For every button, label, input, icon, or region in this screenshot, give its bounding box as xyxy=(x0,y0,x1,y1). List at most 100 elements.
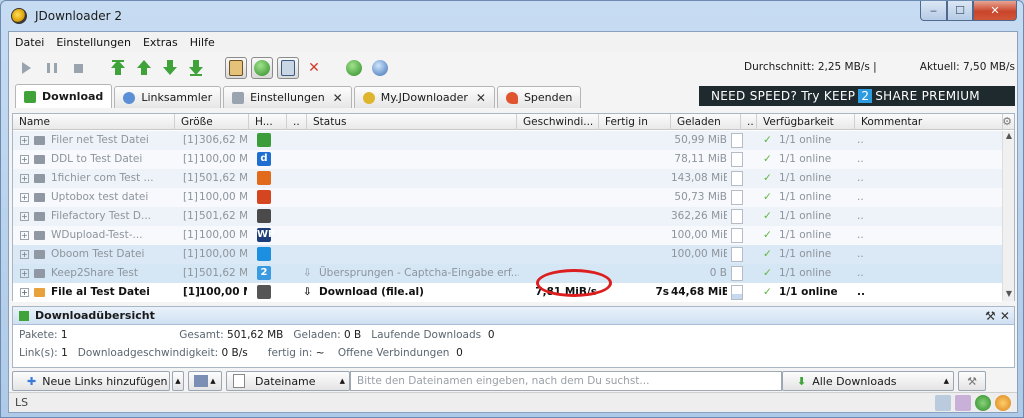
wrench-icon: ⚒ xyxy=(967,374,977,388)
expand-icon[interactable]: + xyxy=(20,193,29,202)
update-button[interactable] xyxy=(369,57,391,79)
add-links-button[interactable]: ✚ Neue Links hinzufügen xyxy=(12,371,170,391)
col-size[interactable]: Größe xyxy=(175,114,249,130)
globe-icon xyxy=(372,60,388,76)
keep2share-banner[interactable]: NEED SPEED? Try KEEP 2 SHARE PREMIUM xyxy=(699,86,1015,106)
expand-icon[interactable]: + xyxy=(20,136,29,145)
row-availability: 1/1 online xyxy=(779,210,832,222)
table-row[interactable]: +WDupload-Test-...[1]100,00 MiBWP100,00 … xyxy=(13,226,1003,245)
table-row[interactable]: +DDL to Test Datei[1]100,00 MiBd78,11 Mi… xyxy=(13,150,1003,169)
delete-menu-button[interactable]: ▲ xyxy=(188,371,222,391)
row-name: DDL to Test Datei xyxy=(51,153,143,165)
extension-icon[interactable] xyxy=(955,395,971,411)
table-row[interactable]: +Filefactory Test D...[1]501,62 MiB362,2… xyxy=(13,207,1003,226)
expand-icon[interactable]: + xyxy=(20,212,29,221)
row-availability: 1/1 online xyxy=(779,286,838,298)
check-icon: ✓ xyxy=(763,267,772,279)
clipboard-icon xyxy=(229,60,243,76)
expand-icon[interactable]: + xyxy=(20,288,29,297)
maximize-button[interactable]: ☐ xyxy=(947,1,973,21)
pause-downloads-button[interactable] xyxy=(41,57,63,79)
scroll-down-icon[interactable]: ▼ xyxy=(1003,289,1015,301)
vertical-scrollbar[interactable]: ▲ ▼ xyxy=(1002,131,1014,301)
col-speed[interactable]: Geschwindi... xyxy=(517,114,599,130)
expand-icon[interactable]: + xyxy=(20,155,29,164)
col-eta[interactable]: Fertig in xyxy=(599,114,671,130)
cleanup-button[interactable]: ✕ xyxy=(303,57,325,79)
host-icon xyxy=(257,133,271,147)
tab-download[interactable]: Download xyxy=(15,84,113,108)
row-loaded: 78,11 MiB xyxy=(674,153,727,165)
search-input[interactable]: Bitte den Dateinamen eingeben, nach dem … xyxy=(350,371,782,391)
clipboard-monitor-button[interactable] xyxy=(225,57,247,79)
tab-label: Spenden xyxy=(523,91,573,104)
table-row[interactable]: +File al Test Datei[1]100,00 MiB⇩Downloa… xyxy=(13,283,1003,302)
pause-icon xyxy=(47,63,57,73)
search-field-label: Dateiname xyxy=(255,374,316,388)
table-row[interactable]: +Filer net Test Datei[1]306,62 MiB50,99 … xyxy=(13,131,1003,150)
col-name[interactable]: Name xyxy=(13,114,175,130)
status-icon xyxy=(303,150,315,169)
row-size: 100,00 MiB xyxy=(199,191,247,203)
column-settings-icon[interactable]: ⚙ xyxy=(1002,115,1012,128)
col-status[interactable]: Status xyxy=(307,114,517,130)
host-icon: 2 xyxy=(257,266,271,280)
menu-extras[interactable]: Extras xyxy=(143,36,178,49)
reconnect-now-button[interactable] xyxy=(343,57,365,79)
table-row[interactable]: +Keep2Share Test[1]501,62 MiB2⇩Übersprun… xyxy=(13,264,1003,283)
menu-hilfe[interactable]: Hilfe xyxy=(190,36,215,49)
tray-icon[interactable] xyxy=(935,395,951,411)
row-eta xyxy=(601,207,669,226)
menu-einstellungen[interactable]: Einstellungen xyxy=(56,36,131,49)
auto-reconnect-button[interactable] xyxy=(251,57,273,79)
reconnect-icon xyxy=(254,60,270,76)
quick-settings-button[interactable]: ⚒ xyxy=(958,371,986,391)
col-comment[interactable]: Kommentar xyxy=(855,114,1003,130)
view-filter-dropdown[interactable]: ⬇ Alle Downloads ▲ xyxy=(782,371,954,391)
move-down-button[interactable] xyxy=(159,57,181,79)
forward-icon[interactable] xyxy=(975,395,991,411)
menu-bar: Datei Einstellungen Extras Hilfe xyxy=(9,32,1017,52)
move-up-button[interactable] xyxy=(133,57,155,79)
minimize-button[interactable]: ‒ xyxy=(920,1,947,21)
check-icon: ✓ xyxy=(763,248,772,260)
row-eta xyxy=(601,169,669,188)
host-icon: d xyxy=(257,152,271,166)
close-tab-icon[interactable]: ✕ xyxy=(333,91,343,105)
col-host[interactable]: H... xyxy=(249,114,287,130)
close-tab-icon[interactable]: ✕ xyxy=(476,91,486,105)
col-loaded[interactable]: Geladen xyxy=(671,114,741,130)
speed-limit-icon[interactable] xyxy=(995,395,1011,411)
row-size: 501,62 MiB xyxy=(199,210,247,222)
table-row[interactable]: +Oboom Test Datei[1]100,00 MiB100,00 MiB… xyxy=(13,245,1003,264)
tab-myjdownloader[interactable]: My.JDownloader ✕ xyxy=(353,86,495,108)
move-bottom-button[interactable] xyxy=(185,57,207,79)
move-top-button[interactable] xyxy=(107,57,129,79)
title-bar[interactable]: JDownloader 2 ‒ ☐ ✕ xyxy=(1,1,1023,31)
overview-header[interactable]: Downloadübersicht ⚒ ✕ xyxy=(13,307,1014,325)
premium-toggle-button[interactable] xyxy=(277,57,299,79)
add-links-dropdown[interactable]: ▲ xyxy=(172,371,184,391)
table-row[interactable]: +Uptobox test datei[1]100,00 MiB50,73 Mi… xyxy=(13,188,1003,207)
tab-einstellungen[interactable]: Einstellungen ✕ xyxy=(223,86,352,108)
tab-spenden[interactable]: Spenden xyxy=(496,86,582,108)
col-availability[interactable]: Verfügbarkeit xyxy=(757,114,855,130)
package-icon xyxy=(34,250,45,259)
stop-downloads-button[interactable] xyxy=(67,57,89,79)
expand-icon[interactable]: + xyxy=(20,231,29,240)
col-dots2[interactable]: .. xyxy=(741,114,757,130)
search-field-selector[interactable]: Dateiname ▲ xyxy=(226,371,350,391)
scroll-up-icon[interactable]: ▲ xyxy=(1003,131,1015,143)
start-downloads-button[interactable] xyxy=(15,57,37,79)
table-row[interactable]: +1fichier com Test ...[1]501,62 MiB143,0… xyxy=(13,169,1003,188)
tab-linksammler[interactable]: Linksammler xyxy=(114,86,222,108)
close-button[interactable]: ✕ xyxy=(973,1,1017,21)
row-speed xyxy=(519,169,597,188)
expand-icon[interactable]: + xyxy=(20,269,29,278)
overview-tools-icon[interactable]: ⚒ ✕ xyxy=(985,309,1010,323)
col-dots[interactable]: .. xyxy=(287,114,307,130)
menu-datei[interactable]: Datei xyxy=(15,36,44,49)
expand-icon[interactable]: + xyxy=(20,250,29,259)
row-name: Keep2Share Test xyxy=(51,267,138,279)
expand-icon[interactable]: + xyxy=(20,174,29,183)
